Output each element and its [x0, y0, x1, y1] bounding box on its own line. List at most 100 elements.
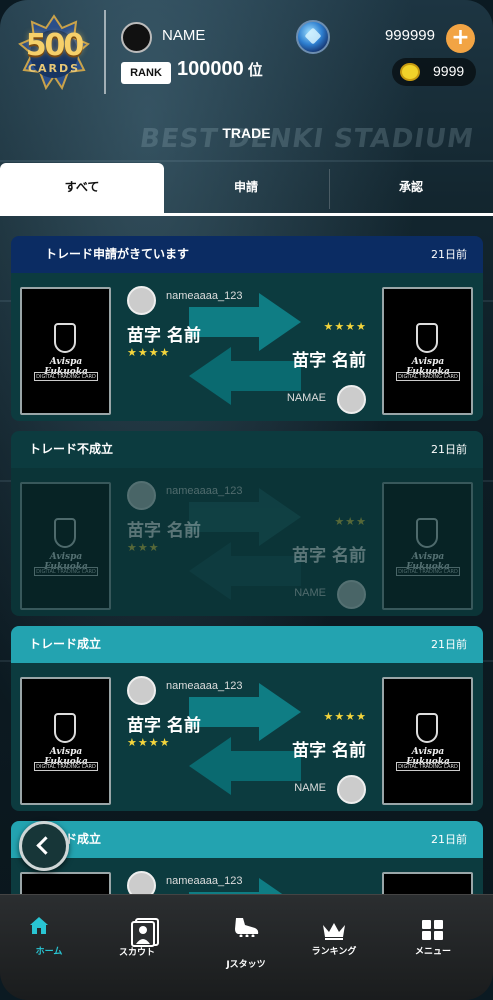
player-card-right[interactable]: Avispa Fukuoka DIGITAL TRADING CARD	[382, 872, 473, 894]
rarity-stars-right: ★★★	[334, 515, 367, 528]
trade-status: トレード申請がきています	[45, 247, 190, 261]
tab-all[interactable]: すべて	[0, 163, 164, 213]
rank-number: 100000	[177, 58, 244, 80]
scout-card-icon	[131, 918, 159, 947]
nav-jstats-label: Jスタッツ	[226, 960, 266, 970]
user-avatar-bottom[interactable]	[337, 385, 366, 414]
boot-icon	[235, 918, 259, 937]
nav-scout[interactable]: スカウト	[88, 895, 186, 1000]
logo-number: 500	[25, 28, 85, 63]
page-title: TRADE	[222, 125, 271, 141]
arrow-left-icon	[189, 737, 301, 795]
nav-ranking-label: ランキング	[311, 947, 357, 957]
club-crest-icon	[54, 713, 76, 743]
club-crest-icon	[416, 518, 438, 548]
arrow-left-icon	[189, 347, 301, 405]
trade-status: トレード不成立	[29, 442, 114, 456]
coin-count: 9999	[433, 63, 465, 79]
user-handle-top: nameaaaa_123	[166, 680, 243, 692]
app-screen: 500 CARDS NAME RANK 100000 位 999999 + 999…	[0, 0, 493, 1000]
bottom-nav: ホーム スカウト Jスタッツ ランキング メニュー	[0, 894, 493, 1000]
trade-date: 21日前	[431, 248, 467, 261]
rank-suffix: 位	[247, 62, 263, 79]
user-avatar-top[interactable]	[127, 286, 156, 315]
rarity-stars-right: ★★★★	[323, 320, 367, 333]
user-handle-top: nameaaaa_123	[166, 290, 243, 302]
card-brand-line: DIGITAL TRADING CARD	[396, 567, 460, 576]
arrow-left-icon	[189, 542, 301, 600]
player-card-left[interactable]: Avispa Fukuoka DIGITAL TRADING CARD	[20, 677, 111, 805]
card-brand-line: DIGITAL TRADING CARD	[34, 762, 98, 771]
rarity-stars-right: ★★★★	[323, 710, 367, 723]
user-handle-bottom: NAME	[294, 587, 326, 599]
chevron-left-icon	[36, 836, 55, 855]
trade-date: 21日前	[431, 443, 467, 456]
trade-card[interactable]: トレード申請がきています 21日前 Avispa Fukuoka DIGITAL…	[11, 236, 483, 421]
rank-badge: RANK	[121, 62, 171, 84]
player-name-right: 苗字 名前	[292, 351, 366, 371]
rank-value: 100000 位	[177, 58, 263, 81]
player-name-left: 苗字 名前	[127, 326, 201, 346]
trade-card-body: Avispa Fukuoka DIGITAL TRADING CARD Avis…	[11, 468, 483, 616]
user-handle-bottom: NAMAE	[286, 392, 326, 404]
menu-grid-icon	[422, 920, 443, 940]
card-brand-line: DIGITAL TRADING CARD	[34, 567, 98, 576]
tab-approvals[interactable]: 承認	[329, 163, 493, 213]
logo-word: CARDS	[27, 62, 81, 75]
user-handle-top: nameaaaa_123	[166, 485, 243, 497]
add-gem-button[interactable]: +	[446, 24, 475, 53]
gem-count: 999999	[384, 27, 435, 44]
trade-card-header: トレード不成立 21日前	[11, 431, 483, 468]
user-avatar-top[interactable]	[127, 871, 156, 894]
user-avatar-top[interactable]	[127, 481, 156, 510]
player-card-right[interactable]: Avispa Fukuoka DIGITAL TRADING CARD	[382, 482, 473, 610]
user-avatar-top[interactable]	[127, 676, 156, 705]
trade-card[interactable]: トレード成立 21日前 Avispa Fukuoka DIGITAL TRADI…	[11, 821, 483, 894]
player-name-right: 苗字 名前	[292, 546, 366, 566]
user-name: NAME	[162, 27, 206, 44]
500-cards-logo[interactable]: 500 CARDS	[18, 14, 90, 92]
gem-icon	[296, 20, 330, 54]
trade-card-body: Avispa Fukuoka DIGITAL TRADING CARD Avis…	[11, 273, 483, 421]
trade-card-body: Avispa Fukuoka DIGITAL TRADING CARD Avis…	[11, 663, 483, 811]
card-brand-line: DIGITAL TRADING CARD	[396, 762, 460, 771]
user-avatar-bottom[interactable]	[337, 580, 366, 609]
trade-card[interactable]: トレード不成立 21日前 Avispa Fukuoka DIGITAL TRAD…	[11, 431, 483, 616]
player-name-left: 苗字 名前	[127, 521, 201, 541]
user-avatar[interactable]	[121, 22, 152, 53]
nav-menu[interactable]: メニュー	[384, 895, 482, 1000]
tab-requests[interactable]: 申請	[164, 163, 328, 213]
coin-icon	[400, 63, 420, 81]
back-button[interactable]	[19, 821, 69, 871]
player-card-left[interactable]: Avispa Fukuoka DIGITAL TRADING CARD	[20, 287, 111, 415]
club-crest-icon	[54, 518, 76, 548]
trade-card-header: トレード成立 21日前	[11, 821, 483, 858]
player-card-right[interactable]: Avispa Fukuoka DIGITAL TRADING CARD	[382, 677, 473, 805]
tab-bar: すべて 申請 承認	[0, 163, 493, 215]
home-icon	[30, 917, 48, 934]
trade-card-body: Avispa Fukuoka DIGITAL TRADING CARD Avis…	[11, 858, 483, 894]
trade-date: 21日前	[431, 833, 467, 846]
trade-date: 21日前	[431, 638, 467, 651]
rarity-stars-left: ★★★★	[127, 736, 171, 749]
nav-home-label: ホーム	[35, 947, 63, 957]
club-crest-icon	[416, 323, 438, 353]
nav-ranking[interactable]: ランキング	[285, 895, 383, 1000]
rarity-stars-left: ★★★	[127, 541, 160, 554]
trade-card[interactable]: トレード成立 21日前 Avispa Fukuoka DIGITAL TRADI…	[11, 626, 483, 811]
user-handle-bottom: NAME	[294, 782, 326, 794]
player-card-left[interactable]: Avispa Fukuoka DIGITAL TRADING CARD	[20, 872, 111, 894]
trade-list[interactable]: トレード申請がきています 21日前 Avispa Fukuoka DIGITAL…	[0, 216, 493, 894]
rarity-stars-left: ★★★★	[127, 346, 171, 359]
nav-menu-label: メニュー	[414, 947, 451, 957]
card-brand-line: DIGITAL TRADING CARD	[396, 372, 460, 381]
card-brand-line: DIGITAL TRADING CARD	[34, 372, 98, 381]
header-divider	[104, 10, 106, 94]
player-name-left: 苗字 名前	[127, 716, 201, 736]
nav-home[interactable]: ホーム	[0, 895, 98, 1000]
nav-jstats[interactable]: Jスタッツ	[197, 895, 295, 1000]
player-card-right[interactable]: Avispa Fukuoka DIGITAL TRADING CARD	[382, 287, 473, 415]
club-crest-icon	[54, 323, 76, 353]
player-card-left[interactable]: Avispa Fukuoka DIGITAL TRADING CARD	[20, 482, 111, 610]
user-avatar-bottom[interactable]	[337, 775, 366, 804]
